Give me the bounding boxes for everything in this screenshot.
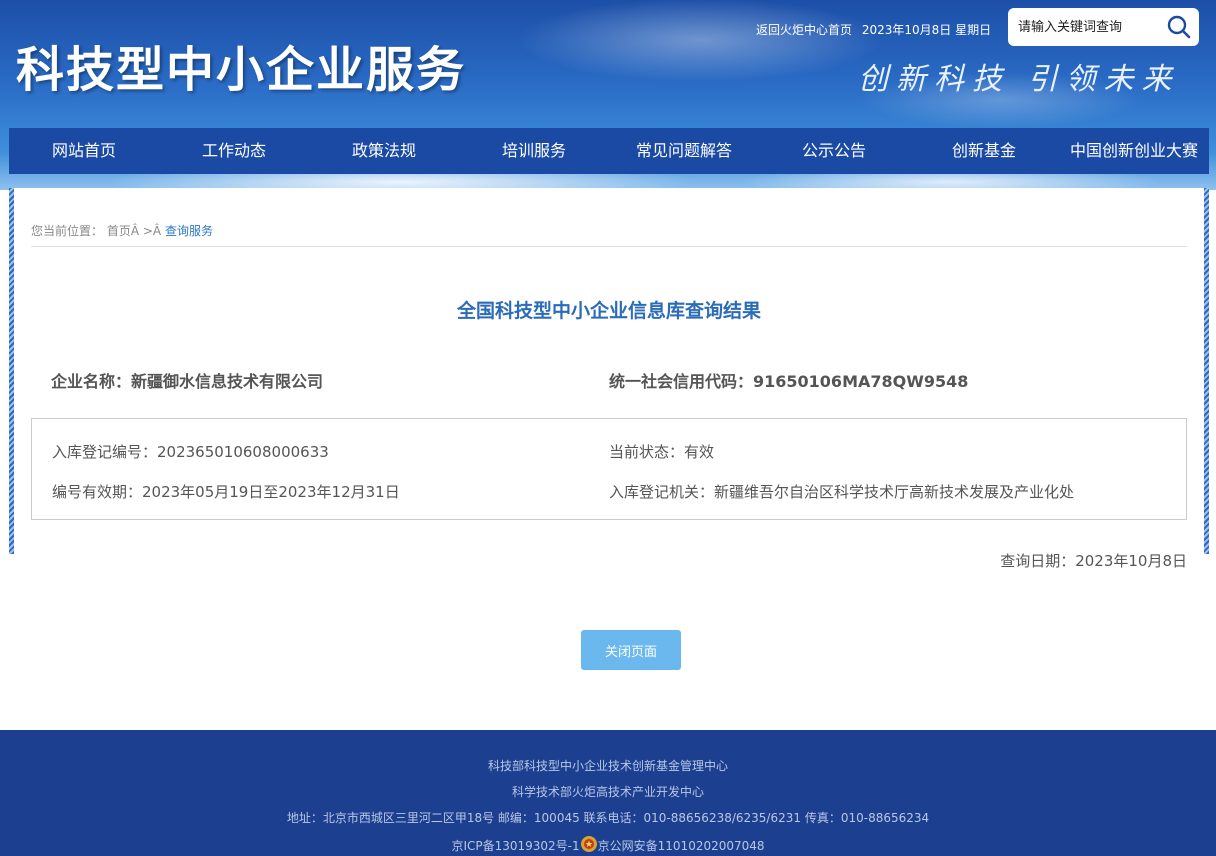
- footer-org-1: 科技部科技型中小企业技术创新基金管理中心: [487, 759, 728, 773]
- nav-item-announcements[interactable]: 公示公告: [759, 128, 909, 174]
- breadcrumb: 您当前位置： 首页Â >Â 查询服务: [31, 222, 213, 239]
- search-box: [1008, 8, 1199, 46]
- top-links: 返回火炬中心首页 2023年10月8日 星期日: [756, 21, 997, 38]
- site-header: 科技型中小企业服务 返回火炬中心首页 2023年10月8日 星期日 创新科技 引…: [0, 0, 1216, 190]
- nav-item-innovation-fund[interactable]: 创新基金: [909, 128, 1059, 174]
- search-icon[interactable]: [1166, 14, 1192, 40]
- right-border-decoration: [1204, 188, 1209, 554]
- left-border-decoration: [9, 188, 14, 554]
- police-badge-icon: [580, 835, 598, 853]
- breadcrumb-current[interactable]: 查询服务: [165, 224, 213, 238]
- nav-item-work-news[interactable]: 工作动态: [159, 128, 309, 174]
- footer-org-2: 科学技术部火炬高技术产业开发中心: [511, 785, 704, 799]
- credit-code: 统一社会信用代码：91650106MA78QW9548: [609, 372, 969, 391]
- current-date: 2023年10月8日 星期日: [861, 23, 992, 37]
- site-footer: 科技部科技型中小企业技术创新基金管理中心 科学技术部火炬高技术产业开发中心 地址…: [0, 730, 1216, 856]
- breadcrumb-home[interactable]: 首页Â: [107, 224, 139, 238]
- close-page-button[interactable]: 关闭页面: [581, 630, 681, 670]
- footer-registration: 京ICP备13019302号-1 京公网安备11010202007048: [0, 835, 1216, 854]
- slogan: 创新科技 引领未来: [858, 62, 1180, 97]
- main-content: 您当前位置： 首页Â >Â 查询服务 全国科技型中小企业信息库查询结果 企业名称…: [9, 188, 1209, 730]
- query-date: 查询日期：2023年10月8日: [1000, 552, 1187, 570]
- nav-item-competition[interactable]: 中国创新创业大赛: [1059, 128, 1209, 174]
- search-input[interactable]: [1018, 17, 1158, 37]
- main-nav: 网站首页 工作动态 政策法规 培训服务 常见问题解答 公示公告 创新基金 中国创…: [9, 128, 1209, 174]
- nav-item-policy[interactable]: 政策法规: [309, 128, 459, 174]
- breadcrumb-prefix: 您当前位置：: [31, 224, 104, 238]
- breadcrumb-separator: >Â: [139, 224, 165, 238]
- info-box: 入库登记编号：202365010608000633 当前状态：有效 编号有效期：…: [31, 418, 1187, 520]
- current-status: 当前状态：有效: [609, 443, 715, 461]
- home-link[interactable]: 返回火炬中心首页: [756, 23, 852, 37]
- nav-item-faq[interactable]: 常见问题解答: [609, 128, 759, 174]
- police-record-link[interactable]: 京公网安备11010202007048: [598, 839, 765, 853]
- nav-item-training[interactable]: 培训服务: [459, 128, 609, 174]
- breadcrumb-divider: [31, 246, 1187, 247]
- icp-link[interactable]: 京ICP备13019302号-1: [451, 839, 579, 853]
- site-title: 科技型中小企业服务: [16, 42, 467, 98]
- page-title: 全国科技型中小企业信息库查询结果: [456, 300, 761, 322]
- registration-number: 入库登记编号：202365010608000633: [52, 443, 329, 461]
- company-name: 企业名称：新疆御水信息技术有限公司: [51, 372, 324, 391]
- nav-item-home[interactable]: 网站首页: [9, 128, 159, 174]
- registration-authority: 入库登记机关：新疆维吾尔自治区科学技术厅高新技术发展及产业化处: [609, 483, 1075, 501]
- footer-address: 地址：北京市西城区三里河二区甲18号 邮编：100045 联系电话：010-88…: [286, 811, 930, 825]
- validity-period: 编号有效期：2023年05月19日至2023年12月31日: [52, 483, 400, 501]
